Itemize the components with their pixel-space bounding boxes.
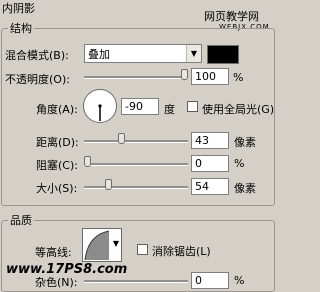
shadow-color-swatch[interactable] [207,45,239,64]
distance-input[interactable]: 43 [191,132,229,149]
choke-slider-track[interactable] [84,163,188,166]
angle-dial-needle-icon [98,104,102,121]
distance-slider-thumb[interactable] [117,133,125,144]
choke-label: 阻塞(C): [36,159,78,172]
distance-unit: 像素 [234,136,256,149]
watermark-logo: 网页教学网 [204,10,259,23]
opacity-slider-thumb[interactable] [181,69,188,80]
panel-title: 内阴影 [2,2,35,15]
distance-slider-track[interactable] [84,140,188,143]
structure-group-label: 结构 [8,20,34,36]
noise-input[interactable]: 0 [191,272,229,289]
quality-group-label: 品质 [8,212,34,228]
distance-label: 距离(D): [36,136,79,149]
opacity-slider-track[interactable] [84,76,188,79]
blend-mode-label: 混合模式(B): [5,49,69,62]
noise-unit: % [234,274,245,287]
opacity-unit: % [233,71,244,84]
global-light-checkbox[interactable] [187,101,198,112]
chevron-down-icon[interactable]: ▼ [186,45,201,62]
contour-dropdown-arrow-icon[interactable]: ▼ [113,239,119,248]
contour-curve-icon [84,230,110,261]
blend-mode-value: 叠加 [88,47,110,61]
antialias-checkbox[interactable] [137,244,148,255]
size-input[interactable]: 54 [191,178,229,195]
global-light-label: 使用全局光(G) [202,103,275,116]
contour-label: 等高线: [35,246,72,259]
angle-unit: 度 [164,103,175,116]
size-label: 大小(S): [36,182,78,195]
angle-input[interactable]: -90 [121,98,159,115]
antialias-label: 消除锯齿(L) [152,245,211,258]
size-slider-track[interactable] [84,186,188,189]
angle-label: 角度(A): [36,103,78,116]
opacity-input[interactable]: 100 [191,68,229,85]
size-slider-thumb[interactable] [105,179,113,190]
contour-picker[interactable]: ▼ [82,228,122,262]
choke-input[interactable]: 0 [191,155,229,172]
blend-mode-select[interactable]: 叠加 ▼ [84,44,202,63]
choke-slider-thumb[interactable] [84,156,91,167]
angle-dial[interactable] [83,89,117,123]
choke-unit: % [234,157,245,170]
watermark-site: www.17PS8.com [6,262,128,277]
opacity-label: 不透明度(O): [5,73,70,86]
size-unit: 像素 [234,182,256,195]
